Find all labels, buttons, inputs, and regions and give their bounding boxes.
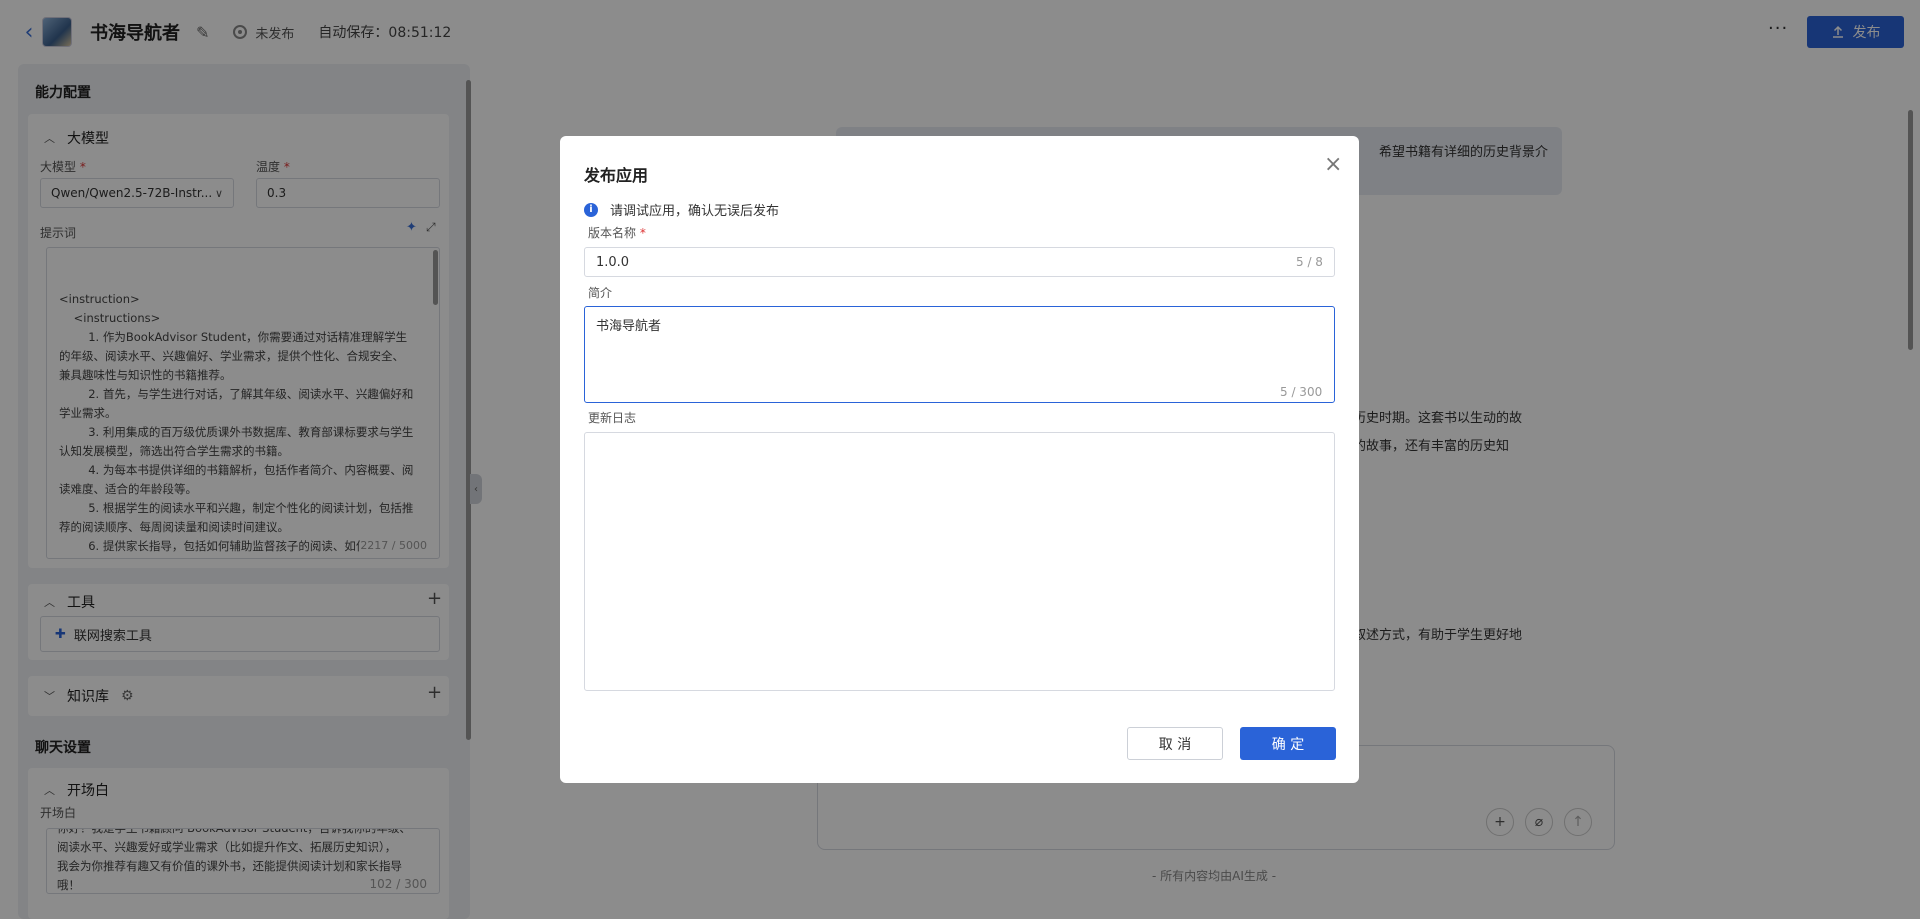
changelog-textarea[interactable] xyxy=(584,432,1335,691)
info-text: 请调试应用，确认无误后发布 xyxy=(610,204,780,219)
intro-textarea[interactable]: 书海导航者 xyxy=(584,306,1335,403)
cancel-button[interactable]: 取 消 xyxy=(1127,727,1223,760)
close-icon[interactable]: × xyxy=(1324,152,1342,177)
confirm-button[interactable]: 确 定 xyxy=(1240,727,1336,760)
intro-label: 简介 xyxy=(588,286,613,300)
changelog-label: 更新日志 xyxy=(588,411,637,425)
dialog-title: 发布应用 xyxy=(584,166,649,185)
intro-value: 书海导航者 xyxy=(596,319,662,334)
version-char-count: 5 / 8 xyxy=(1296,255,1323,269)
info-notice: i 请调试应用，确认无误后发布 xyxy=(584,200,779,219)
info-icon: i xyxy=(584,202,598,217)
version-value: 1.0.0 xyxy=(596,254,630,270)
version-name-input[interactable]: 1.0.0 xyxy=(584,247,1335,277)
version-label: 版本名称 * xyxy=(588,226,646,240)
publish-app-dialog: 发布应用 × i 请调试应用，确认无误后发布 版本名称 * 1.0.0 5 / … xyxy=(560,136,1359,783)
intro-char-count: 5 / 300 xyxy=(1280,385,1323,399)
